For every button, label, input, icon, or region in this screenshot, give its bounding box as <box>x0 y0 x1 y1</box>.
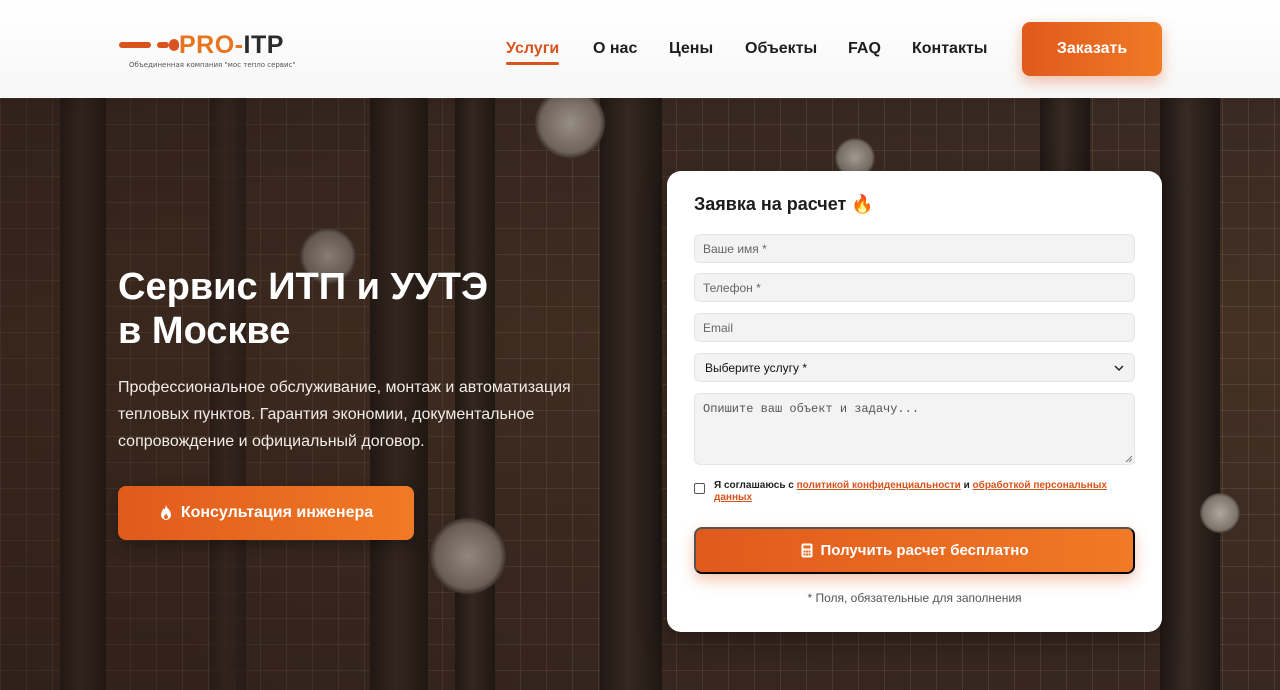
logo-subtitle: Объединенная компания "мос тепло сервис" <box>129 61 296 69</box>
logo-text-part1: PRO- <box>179 31 244 59</box>
flame-icon <box>160 505 171 520</box>
nav-item-faq[interactable]: FAQ <box>848 40 881 58</box>
order-button[interactable]: Заказать <box>1022 22 1162 76</box>
name-input[interactable] <box>694 234 1135 263</box>
logo-mark-icon <box>119 39 179 51</box>
consult-engineer-label: Консультация инженера <box>180 504 374 521</box>
consent-checkbox[interactable] <box>694 483 705 494</box>
logo[interactable]: PRO-ITP Объединенная компания "мос тепло… <box>119 30 309 72</box>
submit-label: Получить расчет бесплатно <box>820 542 1029 559</box>
hero-description: Профессиональное обслуживание, монтаж и … <box>118 379 571 450</box>
consent-prefix: Я соглашаюсь с <box>714 480 797 491</box>
hero-title-line2: в Москве <box>118 310 291 352</box>
form-title: Заявка на расчет 🔥 <box>694 194 874 214</box>
phone-input[interactable] <box>694 273 1135 302</box>
submit-button[interactable]: Получить расчет бесплатно <box>694 527 1135 574</box>
nav-item-objects[interactable]: Объекты <box>745 40 817 58</box>
logo-text: PRO-ITP <box>179 30 284 60</box>
site-header: PRO-ITP Объединенная компания "мос тепло… <box>0 0 1280 98</box>
email-input[interactable] <box>694 313 1135 342</box>
nav-item-about[interactable]: О нас <box>593 40 637 58</box>
service-select[interactable]: Выберите услугу * <box>694 353 1135 382</box>
nav-item-services[interactable]: Услуги <box>506 40 560 65</box>
consult-engineer-button[interactable]: Консультация инженера <box>118 486 414 540</box>
resize-handle-icon[interactable] <box>1125 455 1133 463</box>
privacy-policy-link[interactable]: политикой конфиденциальности <box>797 480 961 491</box>
calculation-request-form: Заявка на расчет 🔥 Выберите услугу * Я с… <box>667 171 1162 632</box>
hero-title: Сервис ИТП и УУТЭ в Москве <box>118 265 618 353</box>
nav-item-prices[interactable]: Цены <box>669 40 713 58</box>
calculator-icon <box>801 543 812 558</box>
hero-title-line1: Сервис ИТП и УУТЭ <box>118 266 489 308</box>
logo-text-part2: ITP <box>243 31 284 59</box>
chevron-down-icon <box>1114 364 1124 371</box>
service-select-value: Выберите услугу * <box>705 360 808 375</box>
message-textarea[interactable] <box>694 393 1135 465</box>
consent-text: Я соглашаюсь с политикой конфиденциально… <box>714 480 1134 504</box>
consent-and: и <box>960 480 973 491</box>
nav-item-contacts[interactable]: Контакты <box>912 40 987 58</box>
required-fields-note: * Поля, обязательные для заполнения <box>807 591 1022 605</box>
